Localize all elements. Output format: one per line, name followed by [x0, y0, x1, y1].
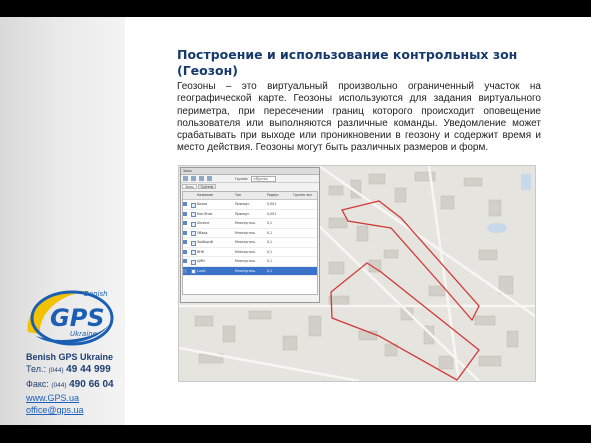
- cell-type: Многоуголь.: [235, 249, 256, 254]
- group-select[interactable]: <Пусто>: [251, 175, 277, 182]
- visibility-checkbox[interactable]: [191, 250, 196, 255]
- visibility-checkbox[interactable]: [191, 231, 196, 236]
- table-row[interactable]: Обход Многоуголь. 0,1: [183, 229, 317, 238]
- company-name: Benish GPS Ukraine: [26, 352, 114, 362]
- edit-zone-icon[interactable]: [191, 176, 196, 181]
- cell-group: [293, 229, 317, 238]
- table-row[interactable]: Ukraine Многоуголь. 0,1: [183, 219, 317, 229]
- cell-group: [293, 200, 317, 209]
- cell-group: [293, 257, 317, 266]
- table-row[interactable]: ЗаоБорзй Многоуголь. 0,1: [183, 238, 317, 248]
- delete-zone-icon[interactable]: [199, 176, 204, 181]
- slide-title: Построение и использование контрольных з…: [177, 47, 518, 78]
- table-row[interactable]: ЦМИ Многоуголь. 0,1: [183, 257, 317, 267]
- cell-name: ЦМИ: [197, 259, 205, 263]
- fax-label: Факс:: [26, 378, 49, 389]
- zone-icon: [183, 240, 187, 244]
- visibility-checkbox[interactable]: [191, 259, 196, 265]
- zone-icon: [183, 221, 187, 225]
- panel-toolbar: Группа: <Пусто>: [181, 175, 319, 183]
- cell-group: [293, 219, 317, 228]
- zone-icon: [183, 202, 187, 206]
- cell-radius: 0,1: [267, 230, 273, 235]
- phone-label: Тел.:: [26, 364, 46, 375]
- cell-type: Многоуголь.: [235, 230, 256, 235]
- zone-icon: [183, 230, 187, 235]
- column-header-group[interactable]: Группа зон: [293, 192, 317, 199]
- cell-name: Белая: [197, 202, 208, 206]
- cell-group: [293, 248, 317, 257]
- cell-radius: 0,1: [267, 240, 273, 244]
- phone-code: (044): [48, 367, 64, 375]
- column-header-radius[interactable]: Радиус: [267, 192, 293, 199]
- cell-type: Многоуголь.: [235, 240, 256, 244]
- geozone-panel: Зоны Группа: <Пусто> Зоны Группы Названи…: [180, 167, 320, 303]
- cell-type: Многоуголь.: [235, 221, 256, 225]
- cell-type: Прямоуг.: [235, 211, 251, 216]
- zone-icon: [183, 268, 187, 273]
- slide-body-text: Геозоны – это виртуальный произвольно ог…: [177, 81, 541, 154]
- slide: Benish GPS Ukraine Benish GPS Ukraine Те…: [0, 17, 591, 425]
- column-header-type[interactable]: Тип: [235, 192, 267, 199]
- cell-group: [293, 210, 317, 219]
- cell-radius: 0,1: [267, 249, 273, 254]
- cell-group: [293, 238, 317, 247]
- logo-top-text: Benish: [84, 290, 108, 298]
- table-row[interactable]: Кон.Ягов. Прямоуг. 0,001: [183, 210, 317, 219]
- zones-table: Название Тип Радиус Группа зон Белая Прям…: [182, 191, 318, 295]
- cell-name: Кон.Ягов.: [197, 211, 214, 216]
- visibility-checkbox[interactable]: [191, 221, 196, 227]
- table-body: Белая Прямоуг. 0,001 Кон.Ягов. Прямоуг. 0,001…: [183, 200, 317, 276]
- cell-name: ИНК: [197, 249, 205, 254]
- website-link[interactable]: www.GPS.ua: [26, 392, 126, 404]
- visibility-checkbox[interactable]: [191, 269, 196, 274]
- fax-line: Факс: (044) 490 66 04: [26, 378, 126, 392]
- add-zone-icon[interactable]: [183, 176, 188, 181]
- cell-radius: 0,001: [267, 202, 277, 206]
- cell-name: Lucid: [197, 268, 206, 273]
- refresh-icon[interactable]: [207, 176, 212, 181]
- visibility-checkbox[interactable]: [191, 212, 196, 217]
- zone-icon: [183, 211, 187, 216]
- table-header: Название Тип Радиус Группа зон: [183, 192, 317, 200]
- cell-name: ЗаоБорзй: [197, 240, 213, 244]
- cell-type: Многоуголь.: [235, 268, 256, 273]
- panel-titlebar: Зоны: [181, 168, 319, 175]
- cell-radius: 0,1: [267, 268, 273, 273]
- benish-gps-logo: Benish GPS Ukraine: [22, 280, 118, 350]
- column-header-name[interactable]: Название: [197, 192, 235, 199]
- tab-groups[interactable]: Группы: [197, 184, 217, 189]
- email-link[interactable]: office@gps.ua: [26, 404, 126, 416]
- table-row[interactable]: ИНК Многоуголь. 0,1: [183, 248, 317, 257]
- table-row[interactable]: Белая Прямоуг. 0,001: [183, 200, 317, 210]
- logo-brand-text: GPS: [50, 304, 105, 332]
- cell-group: [293, 267, 317, 276]
- panel-tabs: Зоны Группы: [181, 184, 319, 189]
- contacts-block: Benish GPS Ukraine Тел.: (044) 49 44 999…: [26, 351, 126, 416]
- fax-number: 490 66 04: [69, 378, 114, 390]
- visibility-checkbox[interactable]: [191, 202, 196, 208]
- geozone-app-screenshot: Зоны Группа: <Пусто> Зоны Группы Названи…: [178, 165, 536, 382]
- cell-name: Ukraine: [197, 221, 210, 225]
- cell-radius: 0,1: [267, 259, 273, 263]
- visibility-checkbox[interactable]: [191, 240, 196, 246]
- zone-icon: [183, 249, 187, 254]
- cell-radius: 0,1: [267, 221, 273, 225]
- phone-line: Тел.: (044) 49 44 999: [26, 363, 126, 377]
- cell-type: Многоуголь.: [235, 259, 256, 263]
- sidebar: Benish GPS Ukraine Benish GPS Ukraine Те…: [0, 17, 125, 425]
- tab-zones[interactable]: Зоны: [182, 184, 197, 189]
- cell-type: Прямоуг.: [235, 202, 251, 206]
- logo-bottom-text: Ukraine: [70, 330, 97, 338]
- zone-icon: [183, 259, 187, 263]
- cell-name: Обход: [197, 230, 208, 235]
- phone-number: 49 44 999: [66, 364, 111, 376]
- table-row[interactable]: Lucid Многоуголь. 0,1: [183, 266, 317, 276]
- cell-radius: 0,001: [267, 211, 277, 216]
- group-label: Группа:: [235, 176, 249, 181]
- fax-code: (044): [51, 381, 67, 389]
